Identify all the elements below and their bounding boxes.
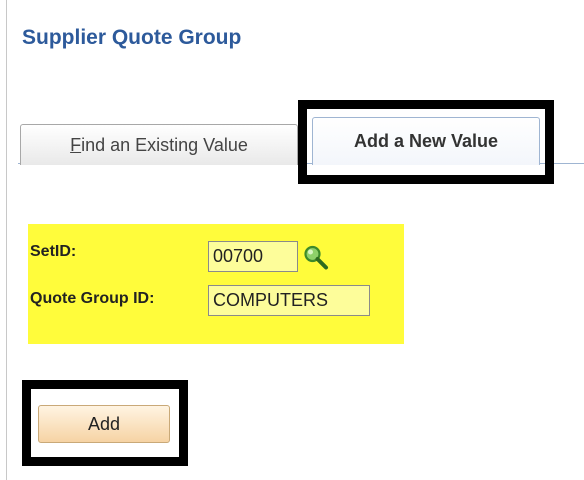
quote-group-id-input[interactable] (208, 285, 370, 316)
setid-label: SetID: (30, 243, 77, 260)
tab-find-label: ind an Existing Value (81, 134, 248, 155)
frame-left-border (6, 0, 7, 480)
callout-box-add-tab (298, 100, 554, 184)
magnifier-lookup-icon[interactable] (302, 244, 330, 270)
tab-accesskey-letter: F (70, 134, 82, 155)
setid-input[interactable] (208, 241, 298, 272)
quote-group-id-label: Quote Group ID: (30, 290, 155, 307)
tab-find-existing-value[interactable]: Find an Existing Value (20, 124, 298, 165)
page-title: Supplier Quote Group (22, 26, 242, 49)
callout-box-add-button (22, 380, 188, 466)
